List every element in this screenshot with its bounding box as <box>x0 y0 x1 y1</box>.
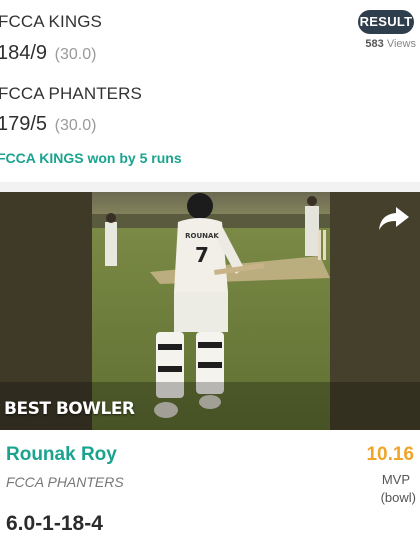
team2-score-line: 179/5 (30.0) <box>0 113 96 136</box>
mvp-type: (bowl) <box>380 490 416 505</box>
jersey-name: ROUNAK <box>185 232 219 240</box>
team1-score: 184/9 <box>0 42 48 64</box>
team1-name: FCCA KINGS <box>0 12 102 31</box>
team2-overs: (30.0) <box>54 117 97 134</box>
views-number: 583 <box>365 38 384 50</box>
views-count: 583 Views <box>365 38 416 50</box>
best-bowler-label: BEST BOWLER <box>4 399 135 419</box>
match-result-text: FCCA KINGS won by 5 runs <box>0 150 182 166</box>
bowling-figures: 6.0-1-18-4 <box>6 512 103 535</box>
player-name[interactable]: Rounak Roy <box>6 444 117 466</box>
team2-name: FCCA PHANTERS <box>0 84 142 103</box>
mvp-label: MVP <box>381 472 410 487</box>
mvp-points: 10.16 <box>366 444 414 465</box>
best-bowler-card[interactable]: ROUNAK 7 BEST BOWLER Rounak Roy FCCA PHA… <box>0 192 420 560</box>
team2-score: 179/5 <box>0 113 48 135</box>
result-badge: RESULT <box>358 10 414 34</box>
video-frame-illustration: ROUNAK 7 <box>0 192 420 430</box>
team1-overs: (30.0) <box>54 46 97 63</box>
player-team: FCCA PHANTERS <box>6 474 124 490</box>
team1-score-line: 184/9 (30.0) <box>0 42 96 65</box>
match-summary-card[interactable]: FCCA KINGS 184/9 (30.0) FCCA PHANTERS 17… <box>0 0 420 182</box>
views-label: Views <box>386 38 416 50</box>
highlight-video[interactable]: ROUNAK 7 BEST BOWLER <box>0 192 420 430</box>
jersey-number: 7 <box>195 243 209 267</box>
share-arrow-icon[interactable] <box>378 204 410 232</box>
